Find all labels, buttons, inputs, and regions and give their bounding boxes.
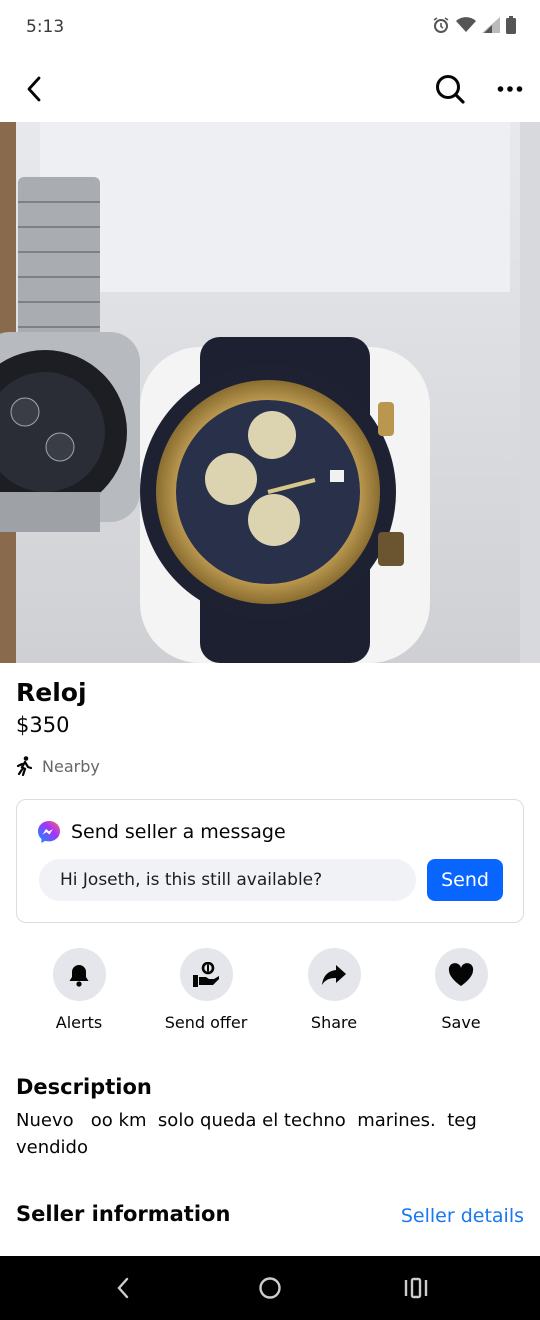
watch-photo-illustration (0, 122, 540, 663)
battery-icon (506, 16, 516, 34)
more-options-button[interactable] (490, 69, 530, 109)
share-label: Share (310, 1013, 358, 1032)
back-button[interactable] (14, 69, 54, 109)
messenger-icon (38, 821, 60, 843)
top-bar (0, 56, 540, 122)
wifi-icon (456, 17, 476, 32)
description-heading: Description (16, 1075, 152, 1099)
share-button[interactable]: Share (279, 948, 389, 1032)
message-heading-text: Send seller a message (71, 821, 286, 843)
seller-info-heading: Seller information (16, 1202, 231, 1226)
message-heading: Send seller a message (37, 820, 286, 844)
seller-details-link[interactable]: Seller details (401, 1205, 524, 1227)
alerts-circle (52, 948, 106, 1001)
back-icon (27, 76, 41, 102)
search-button[interactable] (430, 69, 470, 109)
location-label: Nearby (42, 756, 100, 776)
alarm-icon (433, 17, 449, 33)
nav-home-icon (259, 1277, 281, 1299)
more-icon (497, 86, 523, 92)
alerts-label: Alerts (55, 1013, 103, 1032)
nav-home-button[interactable] (250, 1268, 290, 1308)
send-offer-button[interactable]: Send offer (151, 948, 261, 1032)
description-text: Nuevo oo km solo queda el techno marines… (16, 1110, 483, 1158)
status-icons (432, 16, 516, 34)
search-icon (436, 75, 465, 104)
alerts-button[interactable]: Alerts (24, 948, 134, 1032)
nav-back-icon (117, 1277, 129, 1299)
nav-recents-button[interactable] (396, 1268, 436, 1308)
listing-location: Nearby (16, 756, 100, 776)
bell-icon (69, 964, 89, 987)
send-offer-label: Send offer (164, 1013, 248, 1032)
status-bar: 5:13 (0, 0, 540, 56)
listing-photo[interactable] (0, 122, 540, 663)
save-label: Save (441, 1013, 481, 1032)
heart-icon (448, 962, 474, 986)
send-button[interactable]: Send (427, 859, 503, 901)
offer-icon (193, 961, 219, 987)
message-seller-card: Send seller a message Hi Joseth, is this… (16, 799, 524, 923)
walking-person-icon (16, 756, 33, 776)
listing-title: Reloj (16, 678, 87, 707)
nav-back-button[interactable] (103, 1268, 143, 1308)
signal-icon (482, 17, 500, 33)
message-input[interactable]: Hi Joseth, is this still available? (39, 859, 416, 901)
message-input-text: Hi Joseth, is this still available? (60, 870, 323, 890)
action-row: Alerts Send offer Share Save (0, 948, 540, 1038)
nav-recents-icon (404, 1277, 428, 1299)
status-time: 5:13 (26, 17, 65, 37)
share-circle (307, 948, 361, 1001)
save-button[interactable]: Save (406, 948, 516, 1032)
save-circle (434, 948, 488, 1001)
send-offer-circle (179, 948, 233, 1001)
share-icon (322, 964, 346, 985)
system-nav-bar (0, 1256, 540, 1320)
listing-price: $350 (16, 713, 70, 737)
